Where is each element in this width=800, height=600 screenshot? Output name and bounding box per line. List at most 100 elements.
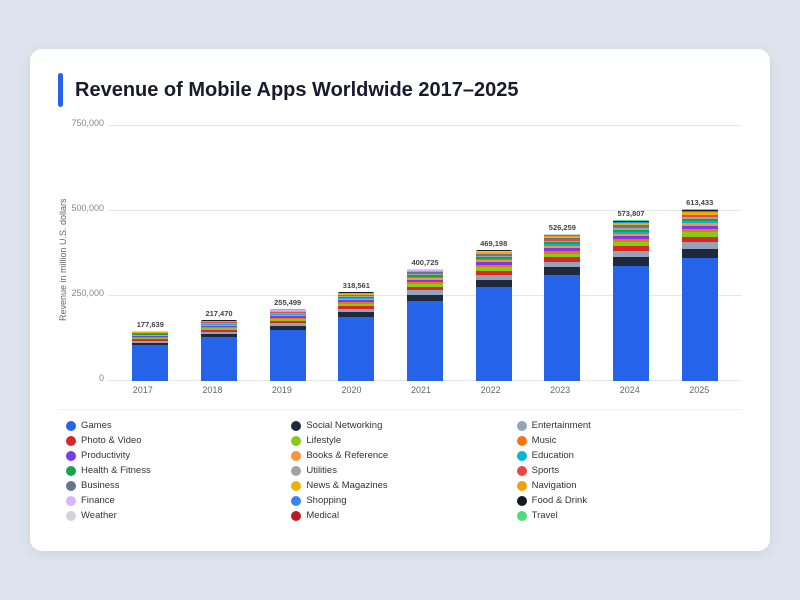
stacked-bar-2021 (407, 269, 443, 381)
stacked-bar-2024 (613, 220, 649, 381)
bar-segment (682, 249, 718, 258)
legend-item: News & Magazines (291, 480, 508, 491)
legend-dot (66, 481, 76, 491)
legend-label: Photo & Video (81, 435, 142, 446)
legend-item: Photo & Video (66, 435, 283, 446)
bar-segment (544, 267, 580, 275)
bar-group-2020: 318,561 (322, 281, 391, 381)
legend-dot (66, 496, 76, 506)
legend-label: Productivity (81, 450, 130, 461)
bar-group-2025: 613,433 (665, 198, 734, 381)
legend-label: Education (532, 450, 574, 461)
legend-dot (517, 436, 527, 446)
legend: Games Social Networking Entertainment Photo… (58, 409, 742, 531)
legend-item: Sports (517, 465, 734, 476)
x-label-2021: 2021 (386, 385, 456, 395)
legend-item: Food & Drink (517, 495, 734, 506)
legend-dot (66, 451, 76, 461)
legend-label: Music (532, 435, 557, 446)
stacked-bar-2023 (544, 234, 580, 381)
legend-label: Sports (532, 465, 559, 476)
page-title: Revenue of Mobile Apps Worldwide 2017–20… (75, 79, 518, 102)
grid-and-bars: 750,000 500,000 250,000 0 177,639217,470… (72, 125, 742, 381)
stacked-bar-2025 (682, 209, 718, 381)
legend-item: Medical (291, 510, 508, 521)
bar-group-2021: 400,725 (391, 258, 460, 381)
legend-dot (517, 466, 527, 476)
legend-dot (66, 436, 76, 446)
legend-item: Finance (66, 495, 283, 506)
bar-segment (682, 258, 718, 381)
legend-item: Games (66, 420, 283, 431)
legend-item: Books & Reference (291, 450, 508, 461)
bar-group-2022: 469,198 (459, 239, 528, 381)
bar-group-2017: 177,639 (116, 320, 185, 381)
bar-value-2025: 613,433 (686, 198, 713, 207)
bar-segment (476, 280, 512, 287)
legend-item: Education (517, 450, 734, 461)
bar-segment (613, 257, 649, 266)
legend-dot (291, 466, 301, 476)
legend-label: Lifestyle (306, 435, 341, 446)
bar-value-2022: 469,198 (480, 239, 507, 248)
x-label-2023: 2023 (525, 385, 595, 395)
legend-label: Social Networking (306, 420, 382, 431)
bar-segment (132, 345, 168, 381)
bar-group-2023: 526,259 (528, 223, 597, 381)
legend-dot (291, 481, 301, 491)
legend-dot (517, 451, 527, 461)
bar-segment (338, 317, 374, 381)
legend-label: Utilities (306, 465, 337, 476)
legend-dot (66, 421, 76, 431)
stacked-bar-2022 (476, 250, 512, 381)
bar-value-2021: 400,725 (411, 258, 438, 267)
legend-label: Food & Drink (532, 495, 587, 506)
legend-label: Business (81, 480, 120, 491)
bar-value-2019: 255,499 (274, 298, 301, 307)
legend-dot (517, 481, 527, 491)
legend-item: Lifestyle (291, 435, 508, 446)
legend-item: Entertainment (517, 420, 734, 431)
x-axis: 201720182019202020212022202320242025 (72, 381, 742, 395)
x-label-2018: 2018 (178, 385, 248, 395)
legend-item: Utilities (291, 465, 508, 476)
main-card: Revenue of Mobile Apps Worldwide 2017–20… (30, 49, 770, 551)
chart-inner: 750,000 500,000 250,000 0 177,639217,470… (72, 125, 742, 395)
x-label-2022: 2022 (456, 385, 526, 395)
legend-item: Health & Fitness (66, 465, 283, 476)
bars-row: 177,639 217,470 255,499 318,561 400,725 469,1… (108, 125, 742, 381)
legend-label: Games (81, 420, 112, 431)
stacked-bar-2019 (270, 309, 306, 381)
legend-label: Weather (81, 510, 117, 521)
bar-value-2018: 217,470 (205, 309, 232, 318)
title-accent (58, 73, 63, 107)
legend-item: Weather (66, 510, 283, 521)
legend-dot (291, 496, 301, 506)
bar-segment (613, 266, 649, 381)
legend-item: Travel (517, 510, 734, 521)
legend-item: Shopping (291, 495, 508, 506)
x-label-2024: 2024 (595, 385, 665, 395)
bar-group-2024: 573,807 (597, 209, 666, 381)
legend-label: Travel (532, 510, 558, 521)
legend-item: Music (517, 435, 734, 446)
legend-dot (517, 421, 527, 431)
bar-value-2023: 526,259 (549, 223, 576, 232)
legend-dot (517, 511, 527, 521)
stacked-bar-2020 (338, 292, 374, 381)
legend-item: Social Networking (291, 420, 508, 431)
x-label-2020: 2020 (317, 385, 387, 395)
legend-label: News & Magazines (306, 480, 387, 491)
legend-label: Medical (306, 510, 339, 521)
x-label-2025: 2025 (665, 385, 735, 395)
bar-segment (544, 275, 580, 381)
bar-segment (201, 337, 237, 381)
legend-dot (291, 421, 301, 431)
bar-segment (476, 287, 512, 381)
legend-item: Business (66, 480, 283, 491)
chart-area: Revenue in million U.S. dollars 750,000 … (58, 125, 742, 395)
legend-label: Books & Reference (306, 450, 388, 461)
legend-dot (66, 511, 76, 521)
bar-segment (682, 242, 718, 249)
x-label-2019: 2019 (247, 385, 317, 395)
